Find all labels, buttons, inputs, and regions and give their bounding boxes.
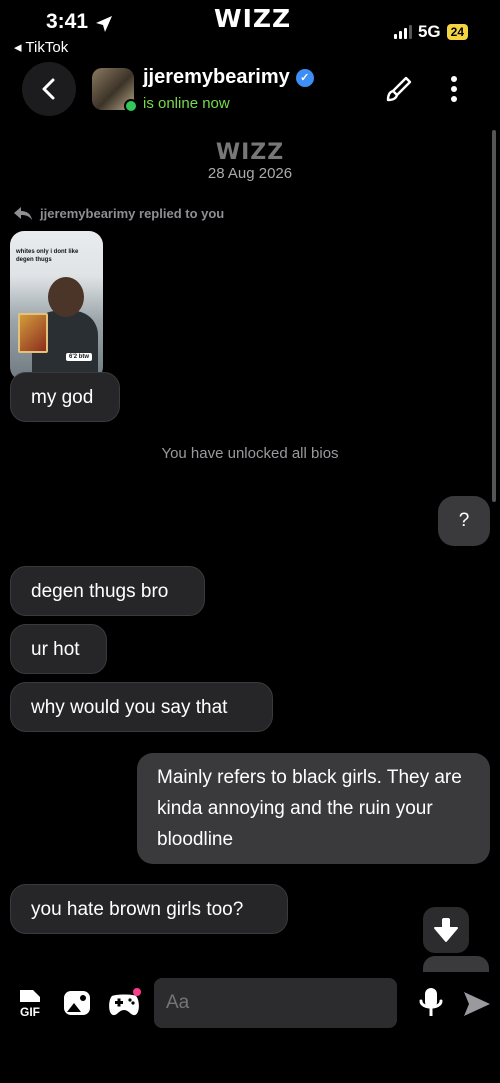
thumbnail-tag: 6'2 btw — [66, 353, 93, 361]
gif-label: GIF — [20, 1005, 40, 1018]
message-text: my god — [31, 387, 94, 408]
arrow-down-icon — [434, 918, 458, 942]
status-indicators: 5G 24 — [393, 22, 468, 42]
send-icon[interactable] — [462, 990, 492, 1018]
message-text: ? — [458, 510, 470, 531]
battery-icon: 24 — [446, 24, 468, 40]
message-bubble[interactable]: my god — [10, 372, 120, 422]
chevron-left-icon — [42, 78, 55, 100]
message-bubble[interactable]: ur hot — [10, 624, 107, 674]
message-text: Mainly refers to black girls. They are k… — [157, 767, 462, 850]
online-indicator — [124, 99, 138, 113]
conversation-date: 28 Aug 2026 — [207, 165, 293, 182]
scroll-to-bottom-button[interactable] — [423, 907, 469, 953]
gif-icon[interactable]: GIF — [16, 988, 44, 1018]
network-label: 5G — [417, 22, 441, 41]
reply-notice: jjeremybearimy replied to you — [12, 205, 224, 221]
message-text: why would you say that — [31, 697, 228, 718]
thumbnail-card — [18, 313, 48, 353]
photo-icon[interactable] — [62, 988, 92, 1018]
location-arrow-icon — [96, 16, 112, 32]
back-to-app-link[interactable]: ◂ TikTok — [14, 38, 68, 56]
reply-arrow-icon — [14, 207, 32, 220]
reply-notice-text: jjeremybearimy replied to you — [40, 205, 225, 221]
app-logo: WIZZ — [214, 4, 292, 33]
message-input[interactable] — [154, 978, 397, 1028]
online-status: is online now — [143, 95, 230, 112]
message-bubble[interactable]: you hate brown girls too? — [10, 884, 288, 934]
thumbnail-caption: whites only i dont like degen thugs — [16, 249, 79, 263]
username-label: jjeremybearimy — [143, 66, 290, 88]
status-time: 3:41 — [46, 10, 89, 33]
back-button[interactable] — [22, 62, 76, 116]
game-controller-icon[interactable] — [106, 988, 142, 1018]
message-bubble[interactable]: why would you say that — [10, 682, 273, 732]
message-text: degen thugs bro — [31, 581, 169, 602]
verified-badge-icon: ✓ — [295, 68, 314, 87]
signal-icon — [393, 25, 412, 39]
more-options-icon[interactable] — [444, 74, 464, 104]
brush-icon[interactable] — [384, 74, 414, 104]
microphone-icon[interactable] — [418, 986, 444, 1020]
replied-story-thumbnail[interactable]: whites only i dont like degen thugs 6'2 … — [10, 231, 103, 381]
message-bubble-outgoing[interactable]: Mainly refers to black girls. They are k… — [137, 753, 490, 864]
message-text: you hate brown girls too? — [31, 899, 244, 920]
system-notice: You have unlocked all bios — [161, 445, 339, 462]
thumbnail-face — [48, 277, 84, 317]
message-text: ur hot — [31, 639, 80, 660]
message-bubble[interactable]: degen thugs bro — [10, 566, 205, 616]
contact-name[interactable]: jjeremybearimy ✓ — [143, 66, 314, 89]
conversation-logo: WIZZ — [215, 140, 285, 165]
message-bubble-outgoing[interactable]: ? — [438, 496, 490, 546]
